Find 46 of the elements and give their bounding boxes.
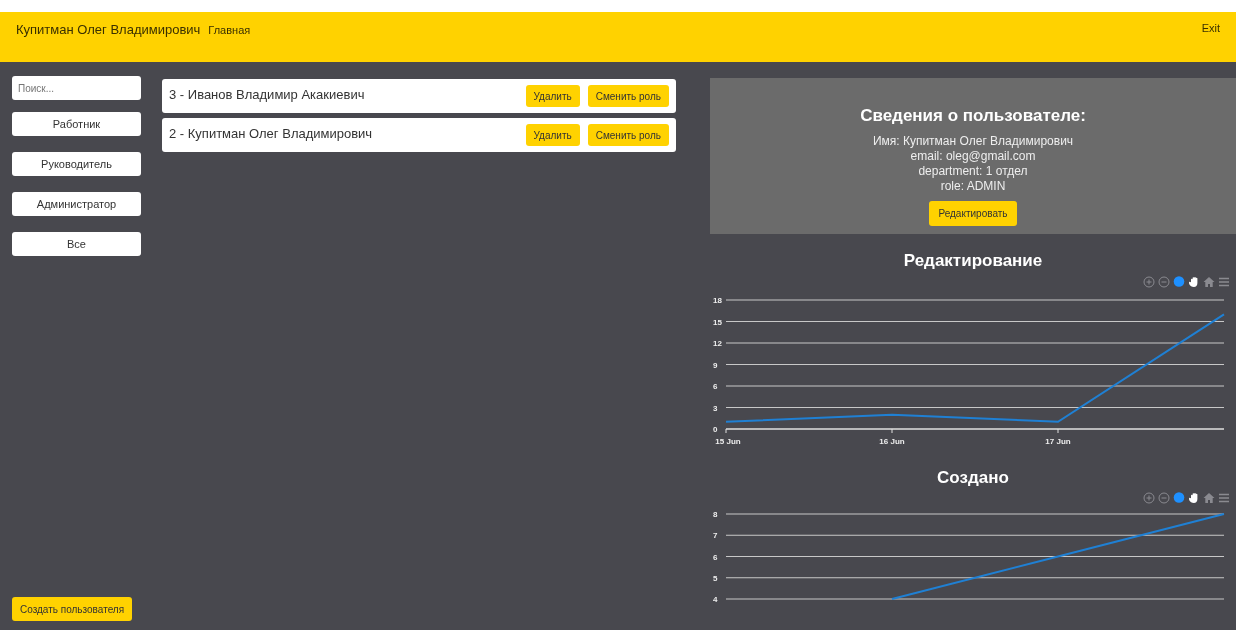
- zoom-out-icon[interactable]: [1158, 492, 1170, 504]
- axis-tick-label: 15 Jun: [715, 436, 741, 446]
- axis-tick-label: 0: [713, 424, 718, 434]
- chart-title: Редактирование: [903, 251, 1043, 270]
- hand-icon[interactable]: [1188, 275, 1200, 288]
- delete-button[interactable]: Удалить: [525, 85, 580, 107]
- change-role-button[interactable]: Сменить роль: [587, 85, 669, 107]
- axis-tick-label: 6: [713, 381, 718, 391]
- axis-tick-label: 9: [713, 360, 718, 369]
- menu-icon[interactable]: [1218, 492, 1230, 504]
- filter-button[interactable]: Все: [12, 232, 141, 256]
- axis-tick-label: 7: [713, 531, 718, 541]
- axis-tick-label: 15: [713, 317, 722, 326]
- filter-button[interactable]: Администратор: [12, 192, 141, 216]
- search-field[interactable]: Поиск...: [12, 76, 141, 100]
- home-link[interactable]: Главная: [208, 22, 251, 39]
- exit-link[interactable]: Exit: [1201, 20, 1220, 37]
- axis-tick-label: 18: [713, 295, 722, 305]
- filter-button[interactable]: Руководитель: [12, 152, 141, 176]
- info-text: department: 1 отдел: [918, 164, 1028, 179]
- filter-button[interactable]: Работник: [12, 112, 141, 136]
- change-role-button[interactable]: Сменить роль: [587, 124, 669, 146]
- info-text: role: ADMIN: [940, 179, 1006, 194]
- info-text: email: oleg@gmail.com: [910, 149, 1036, 164]
- menu-icon[interactable]: [1218, 275, 1230, 288]
- axis-tick-label: 4: [713, 595, 718, 604]
- create-user-button[interactable]: Создать пользователя: [12, 597, 133, 621]
- axis-tick-label: 8: [713, 510, 718, 519]
- zoom-in-icon[interactable]: [1143, 492, 1155, 504]
- zoom-out-icon[interactable]: [1158, 275, 1170, 288]
- edit-button[interactable]: Редактировать: [929, 201, 1017, 227]
- axis-tick-label: 3: [713, 403, 718, 412]
- chart-title: Создано: [937, 467, 1009, 487]
- axis-tick-label: 6: [713, 552, 718, 562]
- axis-tick-label: 17 Jun: [1045, 436, 1071, 446]
- user-name: 3 - Иванов Владимир Акакиевич: [169, 86, 365, 104]
- hand-icon[interactable]: [1188, 492, 1200, 504]
- user-name: Купитман Олег Владимирович: [16, 21, 201, 39]
- axis-tick-label: 16 Jun: [879, 436, 905, 446]
- info-text: Имя: Купитман Олег Владимирович: [872, 134, 1074, 149]
- info-heading: Сведения о пользователе:: [859, 106, 1087, 127]
- user-name: 2 - Купитман Олег Владимирович: [169, 125, 373, 143]
- zoom-in-icon[interactable]: [1143, 275, 1155, 288]
- axis-tick-label: 12: [713, 338, 722, 348]
- axis-tick-label: 5: [713, 573, 718, 583]
- delete-button[interactable]: Удалить: [525, 124, 580, 146]
